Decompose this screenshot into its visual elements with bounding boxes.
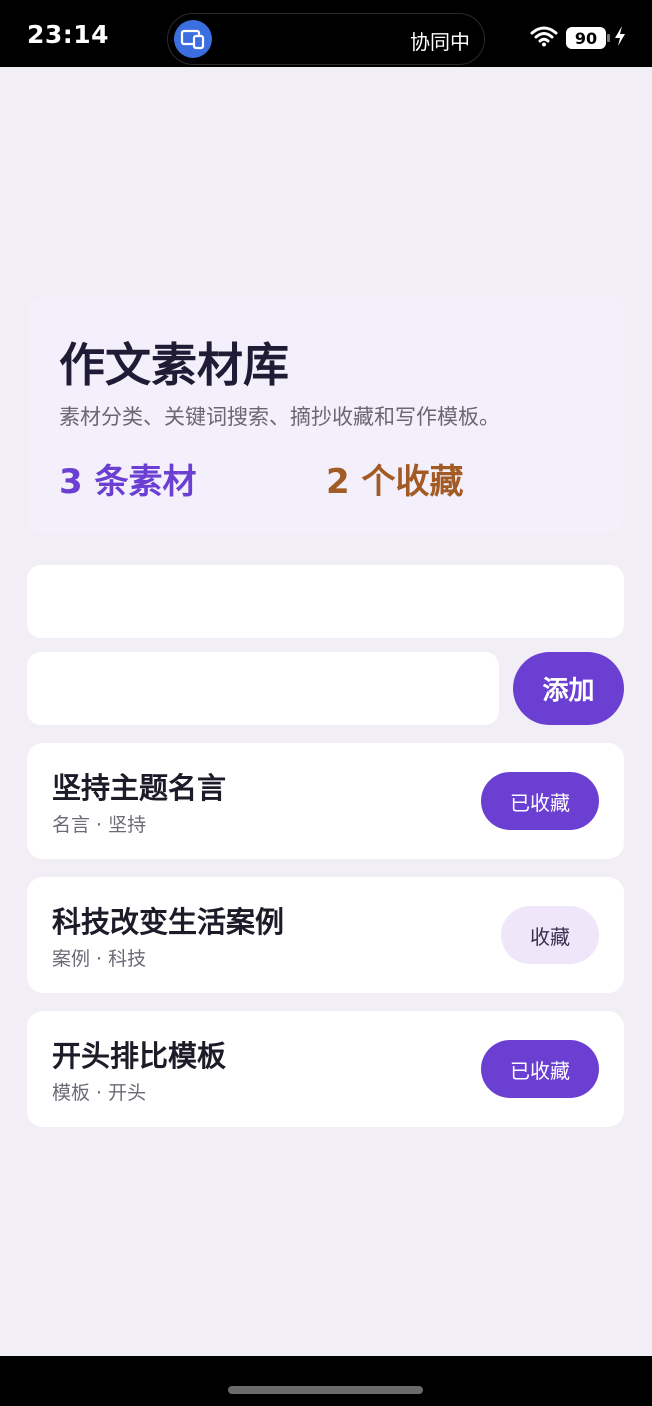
page-subtitle: 素材分类、关键词搜索、摘抄收藏和写作模板。	[59, 405, 500, 429]
favorite-toggle-button[interactable]: 收藏	[501, 906, 599, 964]
search-input[interactable]	[27, 565, 624, 638]
material-title: 科技改变生活案例	[52, 905, 285, 939]
materials-count: 3 条素材	[59, 462, 197, 502]
home-indicator[interactable]	[228, 1386, 423, 1394]
status-time: 23:14	[27, 20, 110, 49]
battery-indicator: 90	[566, 27, 610, 49]
favorite-toggle-button[interactable]: 已收藏	[481, 1040, 599, 1098]
collaboration-status: 协同中	[410, 30, 470, 54]
page-title: 作文素材库	[59, 338, 289, 392]
dynamic-island-pill[interactable]: 协同中	[167, 13, 485, 65]
app-content: 作文素材库 素材分类、关键词搜索、摘抄收藏和写作模板。 3 条素材 2 个收藏 …	[0, 67, 652, 1356]
material-card: 坚持主题名言 名言 · 坚持 已收藏	[27, 743, 624, 859]
hero-card: 作文素材库 素材分类、关键词搜索、摘抄收藏和写作模板。 3 条素材 2 个收藏	[27, 296, 624, 534]
new-material-input[interactable]	[27, 652, 499, 725]
material-card: 科技改变生活案例 案例 · 科技 收藏	[27, 877, 624, 993]
favorites-count: 2 个收藏	[326, 462, 464, 502]
material-card: 开头排比模板 模板 · 开头 已收藏	[27, 1011, 624, 1127]
material-title: 开头排比模板	[52, 1039, 227, 1073]
favorite-toggle-button[interactable]: 已收藏	[481, 772, 599, 830]
bolt-icon	[614, 25, 626, 51]
status-indicators: 90	[530, 25, 626, 51]
material-tags: 模板 · 开头	[52, 1082, 147, 1104]
bottom-bar	[0, 1356, 652, 1406]
material-tags: 名言 · 坚持	[52, 814, 147, 836]
material-title: 坚持主题名言	[52, 771, 227, 805]
wifi-icon	[530, 25, 558, 51]
add-button[interactable]: 添加	[513, 652, 624, 725]
status-bar: 23:14 协同中 90	[0, 0, 652, 67]
screen-share-icon	[174, 20, 212, 58]
material-tags: 案例 · 科技	[52, 948, 147, 970]
